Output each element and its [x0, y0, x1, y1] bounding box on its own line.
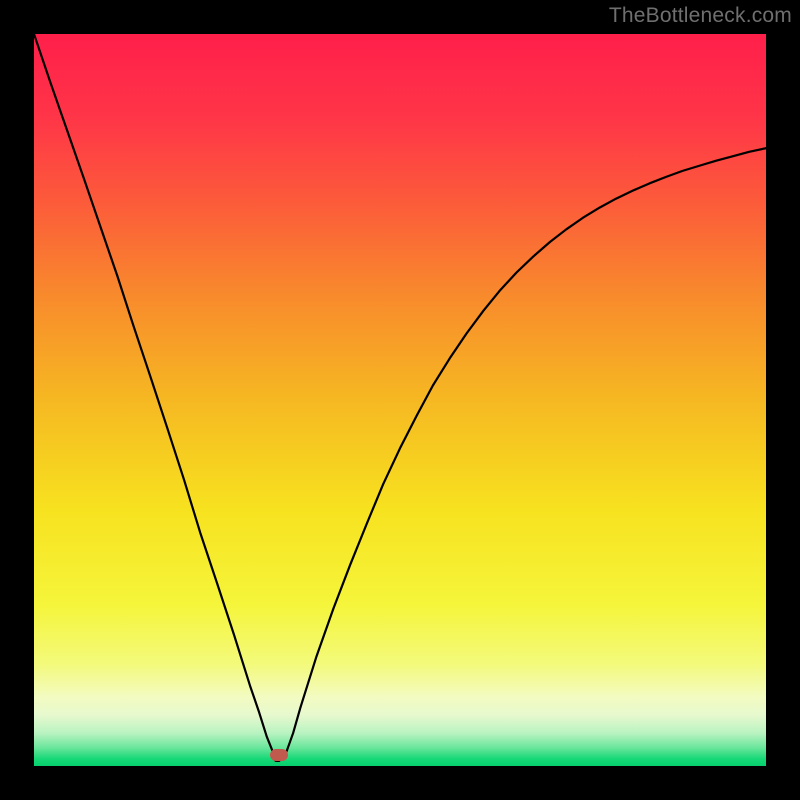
chart-frame: TheBottleneck.com: [0, 0, 800, 800]
plot-area: [34, 34, 766, 766]
background-gradient: [34, 34, 766, 766]
watermark-text: TheBottleneck.com: [609, 4, 792, 28]
